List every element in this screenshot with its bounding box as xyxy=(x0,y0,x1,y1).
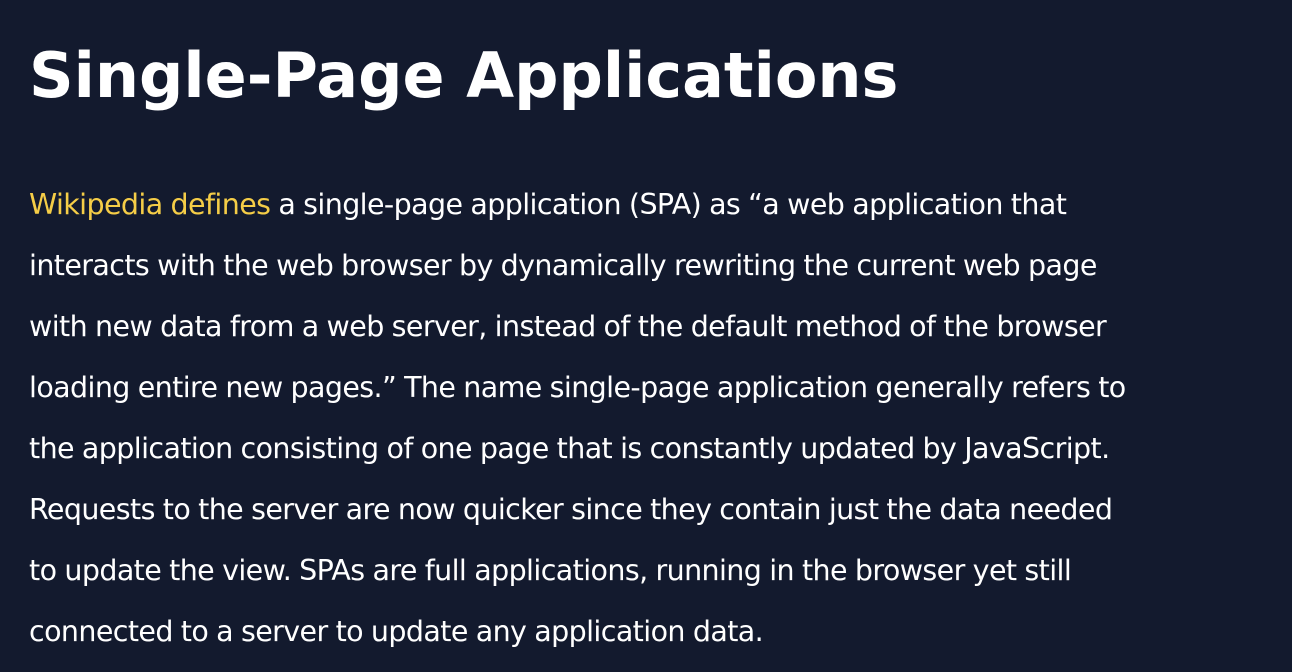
paragraph-line: the application consisting of one page t… xyxy=(29,432,1110,465)
paragraph-line: interacts with the web browser by dynami… xyxy=(29,249,1097,282)
paragraph-line: Requests to the server are now quicker s… xyxy=(29,493,1113,526)
paragraph-line-text: a single-page application (SPA) as “a we… xyxy=(270,188,1067,221)
article: Single-Page Applications Wikipedia defin… xyxy=(0,0,1292,672)
paragraph-line: Wikipedia defines a single-page applicat… xyxy=(29,174,1279,235)
paragraph-line: loading entire new pages.” The name sing… xyxy=(29,371,1126,404)
article-paragraph: Wikipedia defines a single-page applicat… xyxy=(29,174,1279,662)
paragraph-line: to update the view. SPAs are full applic… xyxy=(29,554,1072,587)
page-title: Single-Page Applications xyxy=(29,39,899,112)
paragraph-line: connected to a server to update any appl… xyxy=(29,615,764,648)
wikipedia-link[interactable]: Wikipedia defines xyxy=(29,188,271,221)
paragraph-line: with new data from a web server, instead… xyxy=(29,310,1107,343)
